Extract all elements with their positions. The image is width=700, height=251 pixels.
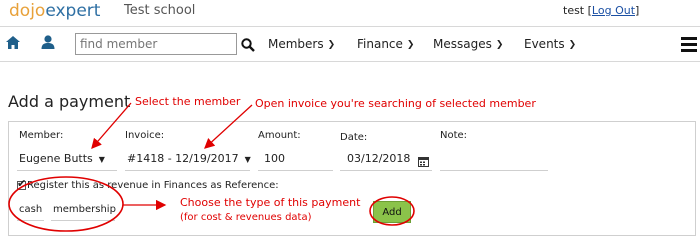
annotation-select-member: Select the member (135, 95, 241, 108)
reference-highlight-ellipse (8, 176, 124, 232)
annotation-overlay (8, 102, 415, 232)
annotation-open-invoice: Open invoice you're searching of selecte… (255, 97, 536, 110)
annotation-choose-type: Choose the type of this payment (180, 196, 361, 209)
annotation-choose-type-sub: (for cost & revenues data) (180, 212, 312, 223)
add-button-highlight-ellipse (369, 196, 415, 226)
arrow-to-invoice (204, 104, 253, 149)
arrow-to-member (91, 102, 132, 149)
